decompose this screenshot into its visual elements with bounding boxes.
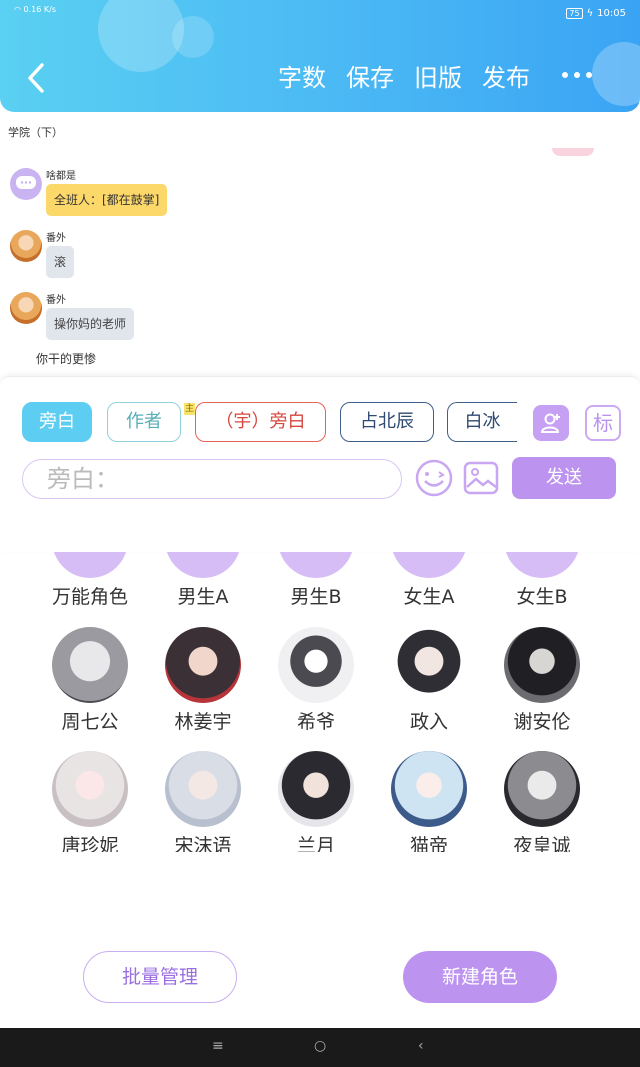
chat-bubble-icon — [16, 176, 36, 189]
status-right: 75 ϟ 10:05 — [566, 8, 626, 19]
more-dot-icon — [574, 72, 580, 78]
avatar — [165, 751, 241, 827]
avatar[interactable] — [10, 168, 42, 200]
character-name: 宋沫语 — [174, 835, 232, 852]
decor-bubble — [172, 16, 214, 58]
message-sender: 番外 — [46, 233, 66, 244]
pink-decoration — [552, 148, 594, 156]
wifi-icon: ◠ — [14, 5, 21, 14]
avatar — [52, 751, 128, 827]
home-icon[interactable]: ○ — [314, 1038, 326, 1054]
character-name: 政入 — [409, 711, 448, 733]
back-arrow-icon — [28, 63, 44, 93]
message-sender: 啥都是 — [46, 171, 76, 182]
avatar — [165, 627, 241, 703]
charging-icon: ϟ — [586, 8, 594, 19]
character-grid: 万能角色 男生A 男生B 女生A 女生B 周七公 林姜宇 希爷 政入 谢安伦 唐… — [0, 552, 640, 852]
avatar — [504, 627, 580, 703]
new-role-button[interactable]: 新建角色 — [403, 951, 557, 1003]
chat-bubble-icon — [52, 552, 128, 578]
publish-button[interactable]: 发布 — [482, 60, 530, 96]
network-speed: ◠ 0.16 K/s — [14, 5, 56, 14]
word-count-button[interactable]: 字数 — [278, 60, 326, 96]
message-sender: 番外 — [46, 295, 66, 306]
character-name: 希爷 — [296, 711, 335, 733]
chat-bubble-icon — [165, 552, 241, 578]
character-name: 女生B — [516, 586, 568, 608]
chapter-title: 学院（下） — [8, 126, 63, 139]
image-icon[interactable] — [463, 460, 499, 496]
old-version-button[interactable]: 旧版 — [414, 60, 462, 96]
character-name: 周七公 — [61, 711, 119, 733]
character-name: 唐珍妮 — [61, 835, 119, 852]
tag-button[interactable]: 标 — [585, 405, 621, 441]
character-name: 女生A — [403, 586, 455, 608]
chat-bubble-icon — [391, 552, 467, 578]
character-name: 林姜宇 — [174, 711, 232, 733]
send-button[interactable]: 发送 — [512, 457, 616, 499]
character-name: 谢安伦 — [513, 711, 571, 733]
user-icon — [540, 413, 560, 433]
batch-manage-button[interactable]: 批量管理 — [83, 951, 237, 1003]
back-icon[interactable]: ‹ — [418, 1038, 424, 1054]
message-bubble[interactable]: 滚 — [46, 246, 75, 278]
system-nav-bar: ≡ ○ ‹ — [0, 1028, 640, 1067]
more-options-button[interactable] — [562, 72, 592, 78]
save-button[interactable]: 保存 — [346, 60, 394, 96]
character-name: 兰月 — [296, 835, 335, 852]
message-bubble[interactable]: 全班人：[都在鼓掌] — [46, 184, 168, 216]
clock: 10:05 — [597, 8, 626, 19]
character-name: 夜皇诚 — [513, 835, 571, 852]
add-role-button[interactable] — [533, 405, 569, 441]
chat-bubble-icon — [278, 552, 354, 578]
emoji-icon[interactable] — [414, 458, 454, 498]
avatar — [391, 627, 467, 703]
character-name: 万能角色 — [51, 586, 128, 608]
role-chip-zhan-beichen[interactable]: 占北辰 — [340, 402, 434, 442]
narration-line[interactable]: 你干的更惨 — [36, 350, 96, 367]
decor-bubble — [592, 42, 640, 106]
message-bubble[interactable]: 操你妈的老师 — [46, 308, 135, 340]
avatar — [391, 751, 467, 827]
avatar — [278, 627, 354, 703]
back-button[interactable] — [22, 60, 50, 96]
avatar — [504, 751, 580, 827]
avatar[interactable] — [10, 230, 42, 262]
character-name: 男生B — [290, 586, 342, 608]
main-role-badge: 主 — [184, 403, 196, 415]
menu-icon[interactable]: ≡ — [212, 1038, 224, 1054]
chat-bubble-icon — [504, 552, 580, 578]
avatar — [278, 751, 354, 827]
more-dot-icon — [586, 72, 592, 78]
role-chip-author[interactable]: 作者 — [107, 402, 181, 442]
avatar[interactable] — [10, 292, 42, 324]
message-input[interactable]: 旁白： — [22, 459, 402, 499]
battery-icon: 75 — [566, 8, 583, 19]
avatar — [52, 627, 128, 703]
role-chip-bai-bing[interactable]: 白冰 — [447, 402, 517, 442]
role-chip-narration[interactable]: 旁白 — [22, 402, 92, 442]
character-name: 男生A — [177, 586, 229, 608]
top-bar: ◠ 0.16 K/s 75 ϟ 10:05 字数 保存 旧版 发布 — [0, 0, 640, 112]
role-chip-yu-narration[interactable]: （宇）旁白 — [195, 402, 326, 442]
character-name: 猫帝 — [409, 835, 448, 852]
more-dot-icon — [562, 72, 568, 78]
